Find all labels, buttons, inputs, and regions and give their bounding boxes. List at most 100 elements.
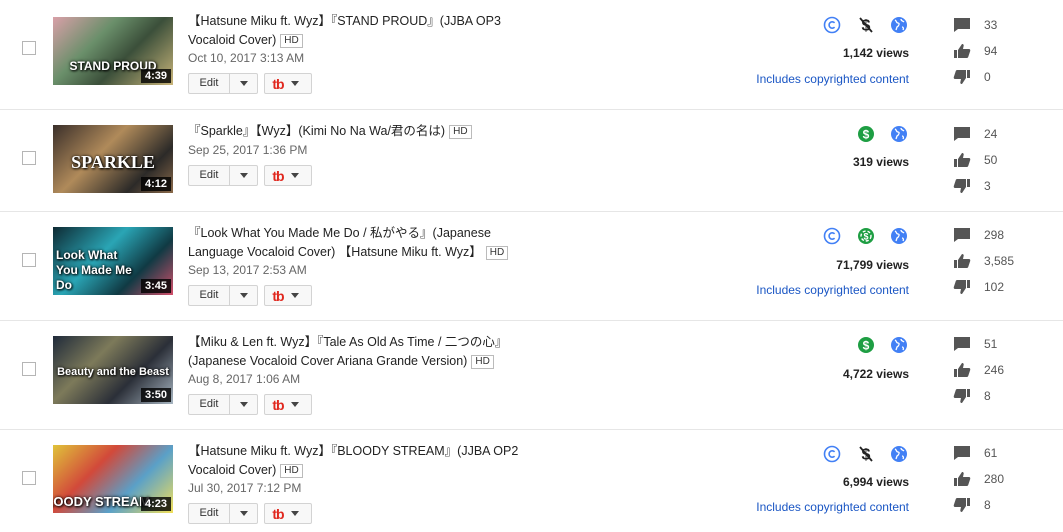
thumbs-down-icon (953, 179, 970, 193)
copyright-claim-link[interactable]: Includes copyrighted content (756, 500, 909, 514)
upload-date: Sep 13, 2017 2:53 AM (188, 263, 307, 277)
select-checkbox[interactable] (22, 253, 36, 267)
video-thumbnail[interactable]: BLOODY STREAM 4:23 (53, 445, 173, 513)
duration-badge: 4:23 (140, 497, 171, 511)
edit-button[interactable]: Edit (189, 395, 230, 414)
video-row: Beauty and the Beast 3:50 【Miku & Len ft… (0, 321, 1063, 430)
video-title[interactable]: 【Hatsune Miku ft. Wyz】『BLOODY STREAM』(JJ… (188, 442, 533, 480)
thumbs-down-icon (953, 389, 970, 403)
edit-button[interactable]: Edit (189, 74, 230, 93)
comment-count: 51 (984, 337, 998, 351)
thumbs-up-icon (954, 44, 971, 58)
select-checkbox[interactable] (22, 471, 36, 485)
video-thumbnail[interactable]: Look What You Made Me Do 3:45 (53, 227, 173, 295)
tubebuddy-button[interactable]: tb (264, 285, 312, 306)
hd-badge: HD (485, 246, 509, 260)
tubebuddy-button[interactable]: tb (264, 394, 312, 415)
chevron-down-icon (239, 293, 248, 298)
tubebuddy-button[interactable]: tb (264, 503, 312, 524)
like-count: 94 (984, 44, 998, 58)
video-row: Look What You Made Me Do 3:45 『Look What… (0, 212, 1063, 321)
edit-button-group: Edit (188, 503, 258, 524)
public-globe-icon (891, 126, 907, 142)
video-title[interactable]: 『Look What You Made Me Do / 私がやる』(Japane… (188, 224, 533, 262)
comment-count: 61 (984, 446, 998, 460)
edit-button-group: Edit (188, 73, 258, 94)
chevron-down-icon (239, 81, 248, 86)
chevron-down-icon (291, 293, 299, 298)
tubebuddy-logo-icon: tb (272, 396, 284, 413)
copyright-claim-link[interactable]: Includes copyrighted content (756, 283, 909, 297)
duration-badge: 3:45 (140, 279, 171, 293)
upload-date: Oct 10, 2017 3:13 AM (188, 51, 305, 65)
video-thumbnail[interactable]: STAND PROUD 4:39 (53, 17, 173, 85)
thumbnail-caption: SPARKLE (71, 152, 155, 172)
copyright-icon (823, 16, 841, 34)
copyright-claim-link[interactable]: Includes copyrighted content (756, 72, 909, 86)
edit-button-group: Edit (188, 165, 258, 186)
edit-dropdown-button[interactable] (230, 166, 257, 185)
tubebuddy-logo-icon: tb (272, 75, 284, 92)
view-count: 1,142 views (842, 46, 909, 60)
edit-dropdown-button[interactable] (230, 74, 257, 93)
thumbnail-caption: Look What You Made Me Do (56, 248, 132, 292)
comment-icon (954, 18, 970, 32)
chevron-down-icon (291, 173, 299, 178)
video-title[interactable]: 【Miku & Len ft. Wyz】『Tale As Old As Time… (188, 333, 533, 371)
video-row: SPARKLE 4:12 『Sparkle』【Wyz】(Kimi No Na W… (0, 110, 1063, 212)
public-globe-icon (891, 228, 907, 244)
edit-dropdown-button[interactable] (230, 504, 257, 523)
like-count: 280 (984, 472, 1005, 486)
edit-button[interactable]: Edit (189, 166, 230, 185)
view-count: 319 views (852, 155, 909, 169)
thumbs-down-icon (953, 280, 970, 294)
video-title[interactable]: 『Sparkle』【Wyz】(Kimi No Na Wa/君の名は) HD (188, 122, 533, 141)
edit-button[interactable]: Edit (189, 504, 230, 523)
edit-dropdown-button[interactable] (230, 286, 257, 305)
video-thumbnail[interactable]: SPARKLE 4:12 (53, 125, 173, 193)
view-count: 6,994 views (842, 475, 909, 489)
svg-text:$: $ (863, 339, 870, 353)
video-title[interactable]: 【Hatsune Miku ft. Wyz】『STAND PROUD』(JJBA… (188, 12, 533, 50)
edit-button-group: Edit (188, 394, 258, 415)
video-row: BLOODY STREAM 4:23 【Hatsune Miku ft. Wyz… (0, 430, 1063, 532)
not-monetized-icon: $ (859, 446, 873, 463)
upload-date: Jul 30, 2017 7:12 PM (188, 481, 302, 495)
thumbs-up-icon (954, 153, 971, 167)
hd-badge: HD (280, 34, 303, 48)
comment-count: 24 (984, 127, 998, 141)
edit-dropdown-button[interactable] (230, 395, 257, 414)
thumbs-up-icon (954, 472, 971, 486)
public-globe-icon (891, 337, 907, 353)
select-checkbox[interactable] (22, 151, 36, 165)
thumbs-up-icon (954, 363, 971, 377)
tubebuddy-logo-icon: tb (272, 287, 284, 304)
public-globe-icon (891, 446, 907, 462)
comment-icon (954, 127, 970, 141)
thumbnail-caption: Beauty and the Beast (57, 366, 169, 378)
edit-button[interactable]: Edit (189, 286, 230, 305)
tubebuddy-button[interactable]: tb (264, 165, 312, 186)
comment-count: 33 (984, 18, 998, 32)
comment-count: 298 (984, 228, 1005, 242)
video-thumbnail[interactable]: Beauty and the Beast 3:50 (53, 336, 173, 404)
hd-badge: HD (471, 355, 494, 369)
video-list: STAND PROUD 4:39 【Hatsune Miku ft. Wyz】『… (0, 0, 1063, 532)
thumbs-up-icon (954, 254, 971, 268)
chevron-down-icon (291, 511, 299, 516)
duration-badge: 4:12 (140, 177, 171, 191)
select-checkbox[interactable] (22, 362, 36, 376)
like-count: 246 (984, 363, 1005, 377)
monetized-icon: $ (858, 337, 874, 353)
like-count: 3,585 (984, 254, 1015, 268)
upload-date: Sep 25, 2017 1:36 PM (188, 143, 308, 157)
view-count: 4,722 views (842, 367, 909, 381)
tubebuddy-button[interactable]: tb (264, 73, 312, 94)
public-globe-icon (891, 17, 907, 33)
like-count: 50 (984, 153, 998, 167)
chevron-down-icon (239, 511, 248, 516)
select-checkbox[interactable] (22, 41, 36, 55)
chevron-down-icon (239, 402, 248, 407)
dislike-count: 8 (984, 389, 991, 403)
chevron-down-icon (291, 81, 299, 86)
